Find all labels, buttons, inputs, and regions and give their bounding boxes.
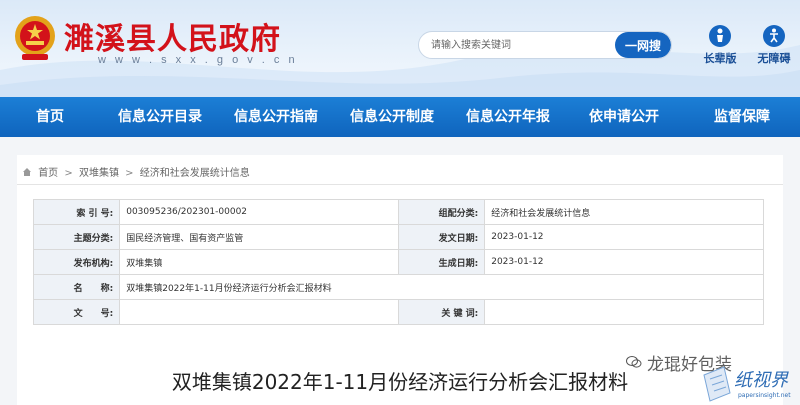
meta-keywords-label: 关 键 词: [397,299,486,325]
meta-doc-no-label: 文 号: [32,299,121,325]
meta-row: 文 号: 关 键 词: [32,299,764,325]
main-nav: 首页 信息公开目录 信息公开指南 信息公开制度 信息公开年报 依申请公开 监督保… [0,97,800,137]
accessibility-icon [763,25,785,47]
meta-doc-no-value [119,299,399,325]
nav-item-home[interactable]: 首页 [0,97,100,137]
nav-item-annual-report[interactable]: 信息公开年报 [450,97,566,137]
meta-keywords-value [484,299,764,325]
meta-row: 发布机构: 双堆集镇 生成日期: 2023-01-12 [32,249,764,275]
site-title[interactable]: 濉溪县人民政府 [64,14,281,58]
wechat-icon [626,356,642,368]
breadcrumb-category[interactable]: 经济和社会发展统计信息 [140,168,250,179]
breadcrumb-divider [17,184,783,185]
meta-index-label: 索 引 号: [32,199,121,225]
meta-name-value: 双堆集镇2022年1-11月份经济运行分析会汇报材料 [119,274,764,300]
accessibility-button[interactable]: 无障碍 [752,25,796,66]
watermark-logo-url: papersinsight.net [738,392,791,399]
meta-gen-date-value: 2023-01-12 [484,249,764,275]
nav-item-guide[interactable]: 信息公开指南 [218,97,334,137]
meta-category-value: 经济和社会发展统计信息 [484,199,764,225]
breadcrumb-separator: > [64,168,73,179]
search-input[interactable] [419,32,617,58]
meta-row: 主题分类: 国民经济管理、国有资产监管 发文日期: 2023-01-12 [32,224,764,250]
breadcrumb-home[interactable]: 首页 [38,168,58,179]
meta-date-value: 2023-01-12 [484,224,764,250]
meta-row: 索 引 号: 003095236/202301-00002 组配分类: 经济和社… [32,199,764,225]
site-header: 濉溪县人民政府 w w w . s x x . g o v . c n 一网搜 … [0,0,800,97]
breadcrumb-town[interactable]: 双堆集镇 [79,168,119,179]
elder-mode-button[interactable]: 长辈版 [698,25,742,66]
meta-topic-label: 主题分类: [32,224,121,250]
document-meta-table: 索 引 号: 003095236/202301-00002 组配分类: 经济和社… [32,199,764,325]
meta-index-value: 003095236/202301-00002 [119,199,399,225]
national-emblem-icon [15,16,55,60]
nav-item-application[interactable]: 依申请公开 [566,97,682,137]
breadcrumb-separator: > [125,168,134,179]
meta-gen-date-label: 生成日期: [397,249,486,275]
meta-org-value: 双堆集镇 [119,249,399,275]
elder-icon [709,25,731,47]
home-icon [23,168,31,176]
nav-item-catalog[interactable]: 信息公开目录 [102,97,218,137]
watermark-logo-text: 纸视界 [734,370,788,391]
nav-item-supervision[interactable]: 监督保障 [684,97,800,137]
nav-item-system[interactable]: 信息公开制度 [334,97,450,137]
search-button[interactable]: 一网搜 [615,32,671,58]
meta-row: 名 称: 双堆集镇2022年1-11月份经济运行分析会汇报材料 [32,274,764,300]
meta-category-label: 组配分类: [397,199,486,225]
meta-date-label: 发文日期: [397,224,486,250]
accessibility-label: 无障碍 [757,52,791,65]
site-url: w w w . s x x . g o v . c n [98,54,298,66]
meta-org-label: 发布机构: [32,249,121,275]
meta-name-label: 名 称: [32,274,121,300]
meta-topic-value: 国民经济管理、国有资产监管 [119,224,399,250]
elder-mode-label: 长辈版 [703,52,737,65]
breadcrumb: 首页 > 双堆集镇 > 经济和社会发展统计信息 [22,164,253,179]
search-box: 一网搜 [418,31,672,59]
